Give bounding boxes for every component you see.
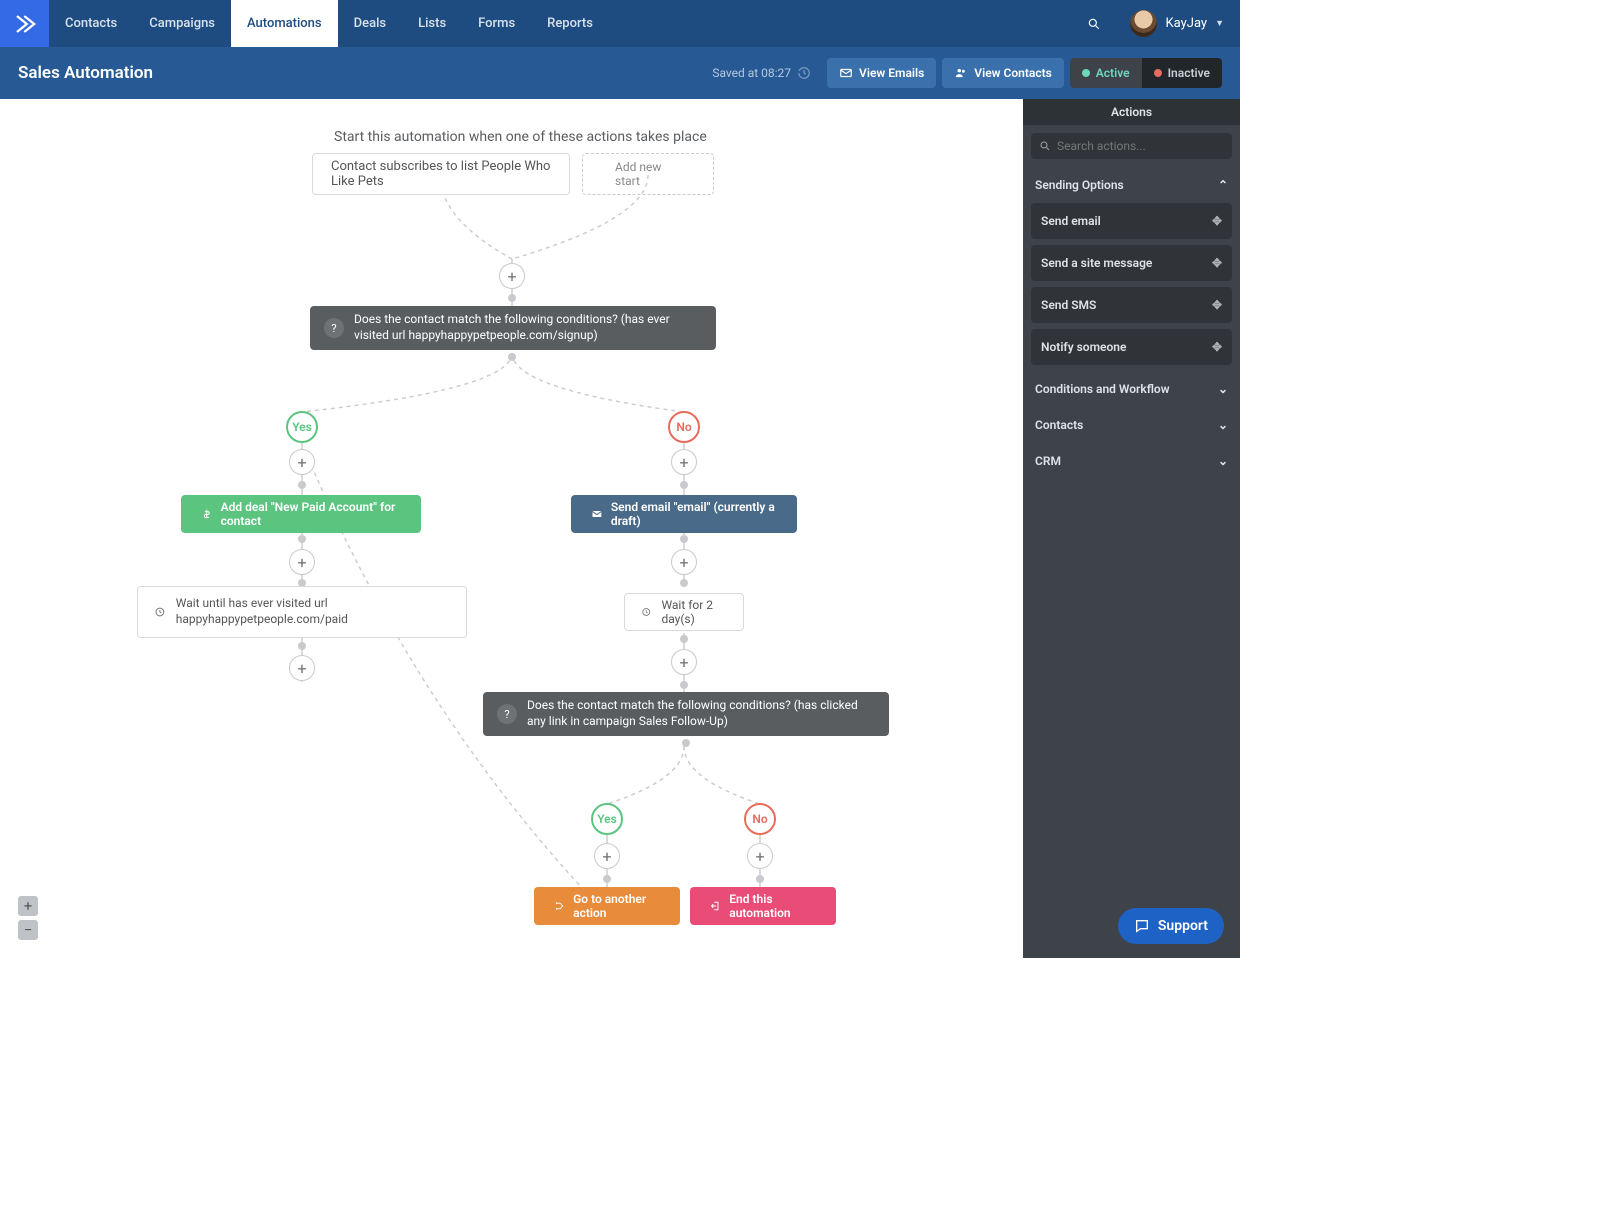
- zoom-controls: + −: [18, 896, 38, 940]
- nav-lists[interactable]: Lists: [402, 0, 462, 47]
- nav-forms[interactable]: Forms: [462, 0, 531, 47]
- section-sending-options[interactable]: Sending Options⌃: [1023, 167, 1240, 203]
- add-start-button[interactable]: Add new start: [582, 153, 714, 195]
- panel-title: Actions: [1023, 99, 1240, 125]
- wait-url-node[interactable]: Wait until has ever visited url happyhap…: [137, 586, 467, 638]
- chevron-down-icon: ⌄: [1218, 454, 1228, 468]
- nav-reports[interactable]: Reports: [531, 0, 609, 47]
- branch-no-1[interactable]: No: [668, 411, 700, 443]
- drag-icon: ✥: [1212, 340, 1222, 354]
- history-icon: [797, 66, 811, 80]
- search-icon[interactable]: [1074, 0, 1114, 47]
- saved-label: Saved at 08:27: [712, 66, 811, 80]
- zoom-in-button[interactable]: +: [18, 896, 38, 916]
- option-site-message[interactable]: Send a site message✥: [1031, 245, 1232, 281]
- start-instruction: Start this automation when one of these …: [334, 129, 707, 145]
- nav-campaigns[interactable]: Campaigns: [133, 0, 231, 47]
- avatar: [1130, 10, 1157, 37]
- branch-yes-1[interactable]: Yes: [286, 411, 318, 443]
- view-emails-button[interactable]: View Emails: [827, 58, 936, 88]
- option-send-email[interactable]: Send email✥: [1031, 203, 1232, 239]
- end-node[interactable]: End this automation: [690, 887, 836, 925]
- automation-canvas[interactable]: Start this automation when one of these …: [0, 99, 1023, 958]
- wait-days-node[interactable]: Wait for 2 day(s): [624, 593, 744, 631]
- zoom-out-button[interactable]: −: [18, 920, 38, 940]
- search-actions-input[interactable]: [1057, 139, 1224, 153]
- view-contacts-button[interactable]: View Contacts: [942, 58, 1063, 88]
- add-step-button[interactable]: +: [594, 843, 620, 869]
- toolbar: Sales Automation Saved at 08:27 View Ema…: [0, 47, 1240, 99]
- add-deal-node[interactable]: Add deal "New Paid Account" for contact: [181, 495, 421, 533]
- section-conditions[interactable]: Conditions and Workflow⌄: [1023, 371, 1240, 407]
- top-nav: Contacts Campaigns Automations Deals Lis…: [0, 0, 1240, 47]
- clock-icon: [154, 605, 166, 619]
- user-name: KayJay: [1165, 16, 1207, 31]
- search-icon: [1039, 140, 1051, 152]
- option-notify[interactable]: Notify someone✥: [1031, 329, 1232, 365]
- clock-icon: [641, 605, 651, 619]
- help-icon: ?: [497, 704, 517, 724]
- connectors: [0, 99, 1023, 958]
- branch-yes-2[interactable]: Yes: [591, 803, 623, 835]
- add-step-button[interactable]: +: [499, 263, 525, 289]
- brand-logo[interactable]: [0, 0, 49, 47]
- help-icon: ?: [324, 318, 344, 338]
- add-step-button[interactable]: +: [289, 449, 315, 475]
- condition-node-2[interactable]: ? Does the contact match the following c…: [483, 692, 889, 736]
- add-step-button[interactable]: +: [289, 655, 315, 681]
- actions-panel: Actions Sending Options⌃ Send email✥ Sen…: [1023, 99, 1240, 958]
- drag-icon: ✥: [1212, 298, 1222, 312]
- page-title: Sales Automation: [18, 63, 153, 83]
- chevron-down-icon: ▼: [1215, 18, 1224, 29]
- dollar-icon: [201, 507, 213, 521]
- chevron-down-icon: ⌄: [1218, 382, 1228, 396]
- status-inactive[interactable]: Inactive: [1142, 58, 1222, 88]
- add-step-button[interactable]: +: [289, 549, 315, 575]
- nav-automations[interactable]: Automations: [231, 0, 338, 47]
- drag-icon: ✥: [1212, 214, 1222, 228]
- chat-icon: [1134, 918, 1150, 934]
- add-step-button[interactable]: +: [671, 649, 697, 675]
- branch-no-2[interactable]: No: [744, 803, 776, 835]
- support-button[interactable]: Support: [1118, 908, 1224, 944]
- drag-icon: ✥: [1212, 256, 1222, 270]
- section-crm[interactable]: CRM⌄: [1023, 443, 1240, 479]
- condition-node-1[interactable]: ? Does the contact match the following c…: [310, 306, 716, 350]
- mail-icon: [591, 507, 603, 521]
- add-step-button[interactable]: +: [747, 843, 773, 869]
- status-active[interactable]: Active: [1070, 58, 1142, 88]
- search-actions-field[interactable]: [1031, 133, 1232, 159]
- send-email-node[interactable]: Send email "email" (currently a draft): [571, 495, 797, 533]
- trigger-node[interactable]: Contact subscribes to list People Who Li…: [312, 153, 570, 195]
- exit-icon: [710, 899, 721, 913]
- chevron-up-icon: ⌃: [1218, 178, 1228, 192]
- user-menu[interactable]: KayJay ▼: [1114, 0, 1240, 47]
- goto-node[interactable]: Go to another action: [534, 887, 680, 925]
- option-send-sms[interactable]: Send SMS✥: [1031, 287, 1232, 323]
- add-step-button[interactable]: +: [671, 549, 697, 575]
- chevron-down-icon: ⌄: [1218, 418, 1228, 432]
- nav-contacts[interactable]: Contacts: [49, 0, 133, 47]
- status-toggle: Active Inactive: [1070, 58, 1222, 88]
- nav-deals[interactable]: Deals: [338, 0, 402, 47]
- section-contacts[interactable]: Contacts⌄: [1023, 407, 1240, 443]
- add-step-button[interactable]: +: [671, 449, 697, 475]
- branch-icon: [554, 899, 565, 913]
